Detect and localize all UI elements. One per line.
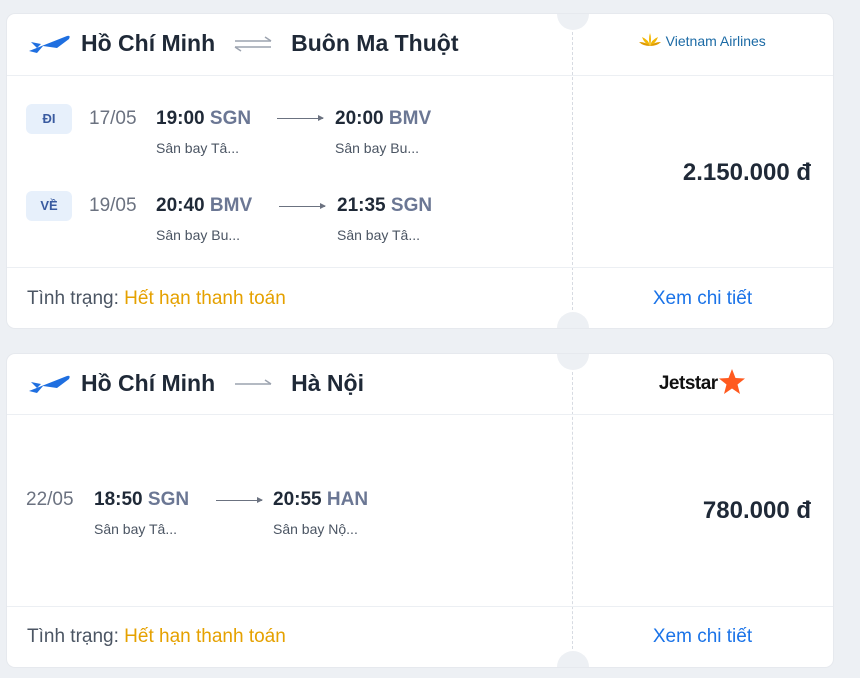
status-label: Tình trạng:: [27, 288, 119, 309]
flight-leg-outbound: 17/05: [89, 108, 137, 130]
arrival-airport: Sân bay Bu...: [335, 140, 420, 156]
flight-leg: 22/05: [26, 489, 74, 511]
booking-status: Tình trạng: Hết hạn thanh toán: [27, 288, 286, 310]
leg-tag-outbound: ĐI: [26, 104, 72, 134]
one-way-arrow-icon: [235, 378, 272, 385]
departure-airport: Sân bay Bu...: [156, 227, 241, 243]
round-trip-arrows-icon: [234, 35, 272, 52]
destination-city: Buôn Ma Thuột: [291, 30, 459, 56]
footer-divider: [7, 267, 833, 268]
footer-divider: [7, 606, 833, 607]
plane-icon: [29, 375, 70, 393]
booking-status: Tình trạng: Hết hạn thanh toán: [27, 626, 286, 648]
leg-date: 19/05: [89, 195, 137, 216]
departure: 20:40 BMV: [156, 195, 252, 217]
arrival-airport: Sân bay Tâ...: [337, 227, 421, 243]
arrival-time: 21:35: [337, 195, 386, 216]
departure-time: 20:40: [156, 195, 205, 216]
arrival: 20:55 HAN: [273, 489, 368, 511]
destination-city: Hà Nội: [291, 370, 364, 396]
vietnam-airlines-logo: Vietnam Airlines: [572, 32, 833, 51]
departure: 18:50 SGN: [94, 489, 189, 511]
price: 780.000 đ: [702, 497, 811, 524]
booking-card-2[interactable]: Hồ Chí Minh Hà Nội Jetstar 22/05 18:50 S…: [7, 354, 833, 667]
ticket-notch-bottom: [557, 651, 589, 667]
jetstar-logo: Jetstar: [572, 368, 833, 396]
origin-city: Hồ Chí Minh: [81, 370, 216, 396]
flight-leg-return: 19/05: [89, 195, 137, 217]
header-divider: [7, 414, 833, 415]
departure: 19:00 SGN: [156, 108, 251, 130]
arrival-airport: Sân bay Nộ...: [273, 521, 358, 537]
view-details-link[interactable]: Xem chi tiết: [572, 288, 833, 310]
leg-date: 17/05: [89, 108, 137, 129]
route-header: Hồ Chí Minh Buôn Ma Thuột: [27, 30, 459, 57]
departure-code: SGN: [209, 108, 252, 129]
arrival-time: 20:00: [335, 108, 384, 129]
arrival: 20:00 BMV: [335, 108, 431, 130]
origin-city: Hồ Chí Minh: [81, 30, 216, 56]
departure-code: SGN: [147, 489, 190, 510]
arrival-time: 20:55: [273, 489, 322, 510]
view-details-link[interactable]: Xem chi tiết: [572, 626, 833, 648]
departure-time: 19:00: [156, 108, 205, 129]
departure-time: 18:50: [94, 489, 143, 510]
leg-tag-return: VỀ: [26, 191, 72, 221]
departure-airport: Sân bay Tâ...: [156, 140, 240, 156]
arrival-code: BMV: [388, 108, 432, 129]
ticket-notch-bottom: [557, 312, 589, 328]
booking-card-1[interactable]: Hồ Chí Minh Buôn Ma Thuột Vietnam Airlin…: [7, 14, 833, 328]
plane-icon: [29, 35, 70, 53]
arrival: 21:35 SGN: [337, 195, 432, 217]
status-value: Hết hạn thanh toán: [124, 626, 286, 647]
ticket-notch-top: [557, 14, 589, 30]
status-label: Tình trạng:: [27, 626, 119, 647]
leg-date: 22/05: [26, 489, 74, 510]
departure-code: BMV: [209, 195, 253, 216]
arrival-code: SGN: [390, 195, 433, 216]
arrival-code: HAN: [326, 489, 369, 510]
jetstar-star-icon: [719, 369, 746, 394]
price: 2.150.000 đ: [682, 159, 811, 186]
route-header: Hồ Chí Minh Hà Nội: [27, 370, 364, 397]
status-value: Hết hạn thanh toán: [124, 288, 286, 309]
departure-airport: Sân bay Tâ...: [94, 521, 178, 537]
header-divider: [7, 75, 833, 76]
vietnam-airlines-lotus-icon: [639, 33, 662, 46]
